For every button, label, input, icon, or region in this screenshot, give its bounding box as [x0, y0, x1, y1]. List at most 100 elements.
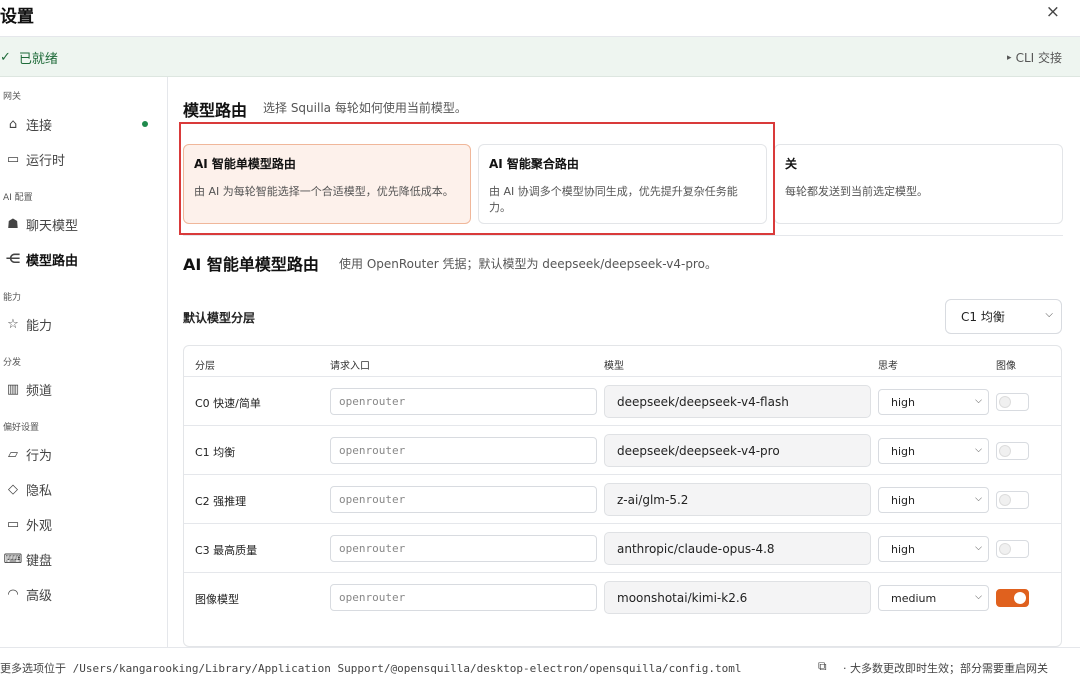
entry-input[interactable]: openrouter	[330, 584, 597, 611]
table-row: C2 强推理 openrouter z-ai/glm-5.2 high ⌵	[184, 475, 1061, 524]
cli-handoff-button[interactable]: ▸ CLI 交接	[1007, 49, 1062, 66]
sidebar-item-chat-model[interactable]: ☗ 聊天模型	[0, 210, 160, 238]
think-select[interactable]: high ⌵	[878, 487, 989, 513]
sidebar-item-runtime[interactable]: ▭ 运行时	[0, 145, 160, 173]
image-toggle[interactable]	[996, 491, 1029, 509]
sidebar-item-label: 外观	[26, 518, 53, 534]
section-title: AI 智能单模型路由	[183, 255, 319, 274]
bot-icon: ☗	[7, 216, 19, 232]
table-row: C0 快速/简单 openrouter deepseek/deepseek-v4…	[184, 377, 1061, 426]
sidebar-item-label: 键盘	[26, 553, 53, 569]
sidebar-item-privacy[interactable]: ◇ 隐私	[0, 475, 160, 503]
col-tier: 分层	[195, 361, 215, 372]
option-desc: 每轮都发送到当前选定模型。	[785, 185, 928, 198]
home-icon: ⌂	[8, 116, 18, 132]
routing-option-off[interactable]: 关 每轮都发送到当前选定模型。	[774, 144, 1063, 224]
sidebar-item-label: 能力	[26, 318, 53, 334]
sidebar-item-behavior[interactable]: ▱ 行为	[0, 440, 160, 468]
sidebar-item-label: 频道	[26, 383, 53, 399]
model-field[interactable]: deepseek/deepseek-v4-pro	[604, 434, 871, 467]
default-tier-select[interactable]: C1 均衡 ⌵	[945, 299, 1062, 334]
chevron-down-icon: ⌵	[975, 494, 982, 504]
tier-name: 图像模型	[195, 593, 239, 606]
sidebar-item-capability[interactable]: ☆ 能力	[0, 310, 160, 338]
model-field[interactable]: z-ai/glm-5.2	[604, 483, 871, 516]
sidebar-item-label: 连接	[26, 118, 53, 134]
chevron-down-icon: ⌵	[975, 543, 982, 553]
footer-note: · 大多数更改即时生效；部分需要重启网关	[843, 662, 1048, 675]
think-value: high	[891, 493, 915, 507]
default-tier-value: C1 均衡	[961, 310, 1005, 324]
sidebar-item-connection[interactable]: ⌂ 连接	[0, 110, 160, 138]
toggle-knob	[999, 396, 1011, 408]
table-header: 分层 请求入口 模型 思考 图像	[184, 346, 1061, 377]
section-title-preferences: 偏好设置	[3, 423, 40, 433]
chevron-down-icon: ⌵	[975, 445, 982, 455]
sidebar-item-model-routing[interactable]: ⋲ 模型路由	[0, 245, 160, 273]
chevron-down-icon: ⌵	[975, 396, 982, 406]
think-value: medium	[891, 591, 937, 605]
option-title: 关	[785, 157, 798, 171]
config-path-text: 更多选项位于 /Users/kangarooking/Library/Appli…	[0, 662, 742, 675]
section-title-distribution: 分发	[3, 358, 22, 368]
think-select[interactable]: high ⌵	[878, 536, 989, 562]
star-icon: ☆	[7, 316, 19, 332]
page-title: 模型路由	[183, 101, 248, 120]
sidebar-item-label: 聊天模型	[26, 218, 79, 234]
toggle-knob	[999, 494, 1011, 506]
tier-name: C0 快速/简单	[195, 397, 261, 410]
model-field[interactable]: anthropic/claude-opus-4.8	[604, 532, 871, 565]
table-row: 图像模型 openrouter moonshotai/kimi-k2.6 med…	[184, 573, 1061, 622]
entry-input[interactable]: openrouter	[330, 486, 597, 513]
entry-input[interactable]: openrouter	[330, 535, 597, 562]
sidebar-item-appearance[interactable]: ▭ 外观	[0, 510, 160, 538]
model-field[interactable]: moonshotai/kimi-k2.6	[604, 581, 871, 614]
think-value: high	[891, 542, 915, 556]
col-entry: 请求入口	[330, 361, 370, 372]
window-title: 设置	[0, 7, 34, 27]
section-title-ai-config: AI 配置	[3, 193, 33, 203]
tier-table: 分层 请求入口 模型 思考 图像 C0 快速/简单 openrouter dee…	[183, 345, 1062, 647]
caret-right-icon: ▸	[1007, 52, 1012, 63]
think-select[interactable]: medium ⌵	[878, 585, 989, 611]
sidebar-item-channels[interactable]: ▥ 频道	[0, 375, 160, 403]
page-subtitle: 选择 Squilla 每轮如何使用当前模型。	[263, 101, 467, 115]
sidebar-item-keyboard[interactable]: ⌨ 键盘	[0, 545, 160, 573]
shield-icon: ◇	[8, 481, 18, 497]
image-toggle[interactable]	[996, 442, 1029, 460]
think-select[interactable]: high ⌵	[878, 438, 989, 464]
sidebar-item-label: 行为	[26, 448, 53, 464]
think-value: high	[891, 444, 915, 458]
table-row: C3 最高质量 openrouter anthropic/claude-opus…	[184, 524, 1061, 573]
tier-name: C3 最高质量	[195, 544, 258, 557]
share-icon: ⋲	[5, 251, 21, 267]
title-bar: 设置 ×	[0, 0, 1080, 37]
sidebar-item-advanced[interactable]: ◠ 高级	[0, 580, 160, 608]
col-model: 模型	[604, 361, 624, 372]
ready-status: ✓ 已就绪	[0, 48, 58, 67]
entry-input[interactable]: openrouter	[330, 388, 597, 415]
sidebar: 网关 ⌂ 连接 ▭ 运行时 AI 配置 ☗ 聊天模型 ⋲ 模型路由 能力 ☆ 能…	[0, 77, 168, 647]
monitor-icon: ▭	[6, 516, 20, 532]
image-toggle[interactable]	[996, 540, 1029, 558]
online-indicator	[142, 121, 148, 127]
default-tier-label: 默认模型分层	[183, 311, 256, 325]
col-image: 图像	[996, 361, 1016, 372]
model-field[interactable]: deepseek/deepseek-v4-flash	[604, 385, 871, 418]
copy-icon[interactable]: ⧉	[818, 659, 827, 674]
image-toggle[interactable]	[996, 589, 1029, 607]
col-think: 思考	[878, 361, 898, 372]
section-title-capability: 能力	[3, 293, 22, 303]
entry-input[interactable]: openrouter	[330, 437, 597, 464]
channels-icon: ▥	[6, 381, 20, 397]
cli-handoff-label: CLI 交接	[1015, 51, 1062, 65]
close-icon[interactable]: ×	[1046, 2, 1060, 22]
section-subtitle: 使用 OpenRouter 凭据；默认模型为 deepseek/deepseek…	[339, 257, 717, 271]
image-toggle[interactable]	[996, 393, 1029, 411]
message-icon: ▱	[8, 446, 18, 462]
section-title-gateway: 网关	[3, 92, 22, 102]
check-icon: ✓	[0, 50, 11, 65]
main-content: 模型路由 选择 Squilla 每轮如何使用当前模型。 AI 智能单模型路由 由…	[168, 77, 1080, 647]
section-divider	[183, 235, 1063, 236]
think-select[interactable]: high ⌵	[878, 389, 989, 415]
